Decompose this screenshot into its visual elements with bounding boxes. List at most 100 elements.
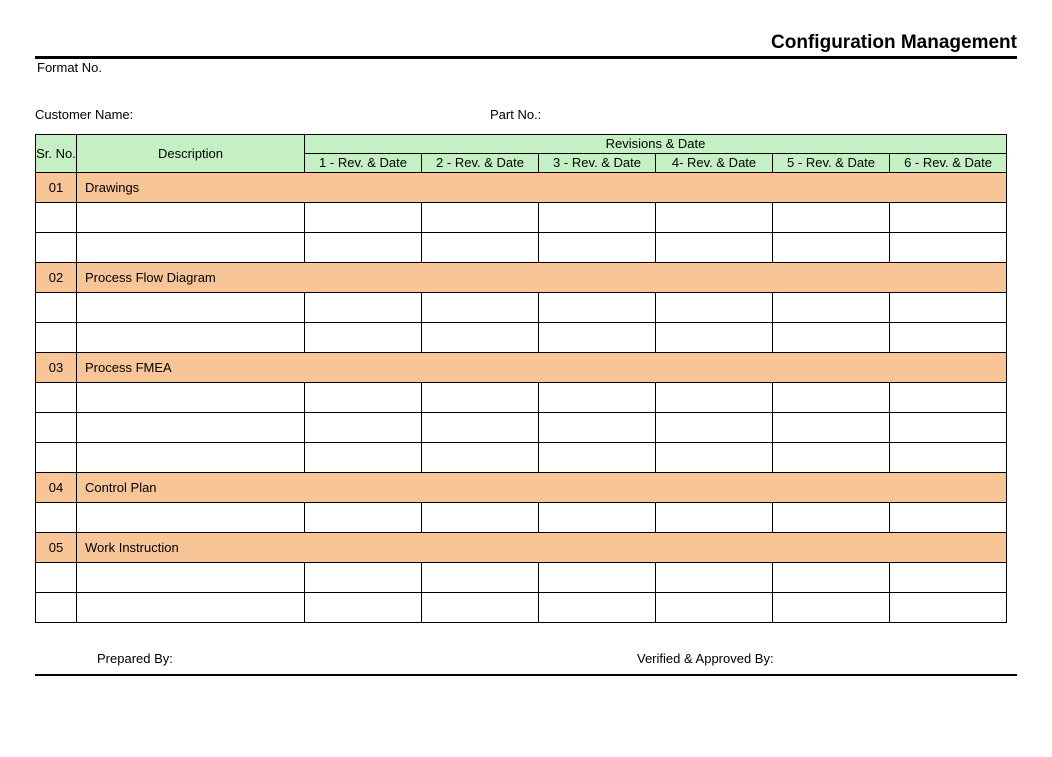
empty-cell xyxy=(656,563,773,593)
empty-cell xyxy=(305,323,422,353)
empty-cell xyxy=(539,233,656,263)
table-row xyxy=(36,203,1007,233)
verified-by-label: Verified & Approved By: xyxy=(637,651,774,666)
empty-cell xyxy=(890,413,1007,443)
section-title: Work Instruction xyxy=(77,533,1007,563)
empty-cell xyxy=(305,413,422,443)
section-no: 04 xyxy=(36,473,77,503)
empty-cell xyxy=(36,323,77,353)
section-title: Process Flow Diagram xyxy=(77,263,1007,293)
empty-cell xyxy=(656,233,773,263)
empty-cell xyxy=(36,413,77,443)
section-header-row: 01Drawings xyxy=(36,173,1007,203)
empty-cell xyxy=(422,503,539,533)
empty-cell xyxy=(36,233,77,263)
table-row xyxy=(36,293,1007,323)
empty-cell xyxy=(773,413,890,443)
table-row xyxy=(36,503,1007,533)
header-rev-4: 4- Rev. & Date xyxy=(656,154,773,173)
empty-cell xyxy=(422,203,539,233)
empty-cell xyxy=(77,593,305,623)
empty-cell xyxy=(422,293,539,323)
empty-cell xyxy=(656,203,773,233)
empty-cell xyxy=(36,593,77,623)
header-description: Description xyxy=(77,135,305,173)
empty-cell xyxy=(539,503,656,533)
header-rev-6: 6 - Rev. & Date xyxy=(890,154,1007,173)
table-row xyxy=(36,593,1007,623)
table-row xyxy=(36,443,1007,473)
empty-cell xyxy=(77,293,305,323)
empty-cell xyxy=(773,593,890,623)
section-header-row: 03Process FMEA xyxy=(36,353,1007,383)
empty-cell xyxy=(656,383,773,413)
empty-cell xyxy=(773,293,890,323)
section-no: 03 xyxy=(36,353,77,383)
table-row xyxy=(36,323,1007,353)
empty-cell xyxy=(890,323,1007,353)
empty-cell xyxy=(539,383,656,413)
empty-cell xyxy=(36,563,77,593)
empty-cell xyxy=(539,443,656,473)
empty-cell xyxy=(539,593,656,623)
empty-cell xyxy=(77,383,305,413)
section-title: Process FMEA xyxy=(77,353,1007,383)
empty-cell xyxy=(539,563,656,593)
empty-cell xyxy=(539,323,656,353)
section-header-row: 04Control Plan xyxy=(36,473,1007,503)
section-header-row: 05Work Instruction xyxy=(36,533,1007,563)
empty-cell xyxy=(890,383,1007,413)
empty-cell xyxy=(36,383,77,413)
empty-cell xyxy=(305,383,422,413)
empty-cell xyxy=(36,443,77,473)
empty-cell xyxy=(77,563,305,593)
empty-cell xyxy=(773,383,890,413)
section-no: 02 xyxy=(36,263,77,293)
table-row xyxy=(36,563,1007,593)
empty-cell xyxy=(36,503,77,533)
section-header-row: 02Process Flow Diagram xyxy=(36,263,1007,293)
empty-cell xyxy=(773,563,890,593)
part-no-label: Part No.: xyxy=(490,107,541,122)
header-revisions: Revisions & Date xyxy=(305,135,1007,154)
empty-cell xyxy=(890,293,1007,323)
empty-cell xyxy=(422,563,539,593)
empty-cell xyxy=(305,203,422,233)
empty-cell xyxy=(36,203,77,233)
table-row xyxy=(36,413,1007,443)
header-rev-1: 1 - Rev. & Date xyxy=(305,154,422,173)
customer-name-label: Customer Name: xyxy=(35,107,490,122)
empty-cell xyxy=(305,503,422,533)
empty-cell xyxy=(77,443,305,473)
empty-cell xyxy=(890,443,1007,473)
empty-cell xyxy=(773,323,890,353)
empty-cell xyxy=(305,563,422,593)
empty-cell xyxy=(656,323,773,353)
empty-cell xyxy=(422,383,539,413)
empty-cell xyxy=(36,293,77,323)
empty-cell xyxy=(656,593,773,623)
empty-cell xyxy=(890,593,1007,623)
empty-cell xyxy=(539,203,656,233)
config-table: Sr. No. Description Revisions & Date 1 -… xyxy=(35,134,1007,623)
empty-cell xyxy=(890,233,1007,263)
empty-cell xyxy=(305,233,422,263)
empty-cell xyxy=(656,413,773,443)
prepared-by-label: Prepared By: xyxy=(97,651,637,666)
format-no-label: Format No. xyxy=(35,60,1017,75)
empty-cell xyxy=(77,323,305,353)
empty-cell xyxy=(305,293,422,323)
empty-cell xyxy=(422,233,539,263)
header-sr-no: Sr. No. xyxy=(36,135,77,173)
empty-cell xyxy=(773,203,890,233)
table-row xyxy=(36,233,1007,263)
empty-cell xyxy=(77,233,305,263)
section-no: 01 xyxy=(36,173,77,203)
header-rev-5: 5 - Rev. & Date xyxy=(773,154,890,173)
header-rev-2: 2 - Rev. & Date xyxy=(422,154,539,173)
section-title: Control Plan xyxy=(77,473,1007,503)
page-title: Configuration Management xyxy=(35,32,1017,59)
empty-cell xyxy=(77,503,305,533)
empty-cell xyxy=(773,443,890,473)
empty-cell xyxy=(422,323,539,353)
